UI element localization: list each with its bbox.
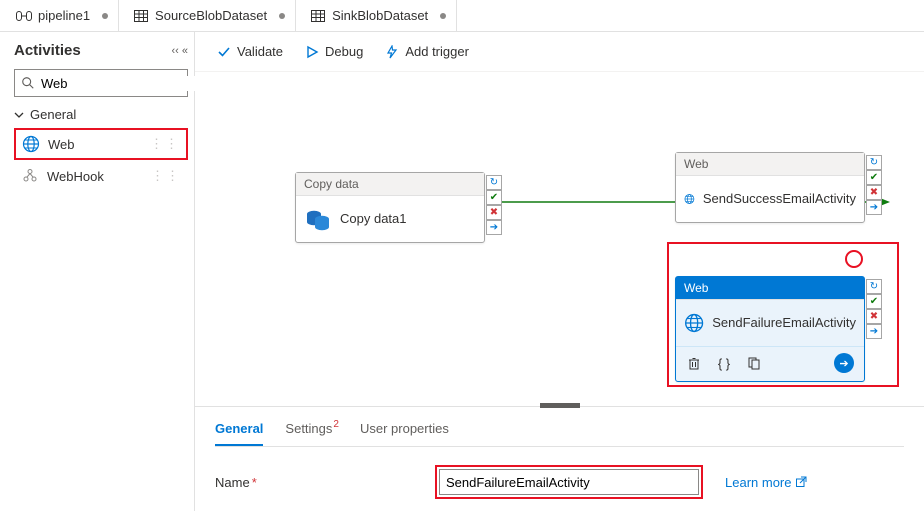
activity-webhook[interactable]: WebHook ⋮⋮ <box>14 160 188 192</box>
search-icon <box>21 76 35 90</box>
grip-icon: ⋮⋮ <box>151 168 181 184</box>
toolbar-label: Add trigger <box>405 44 469 59</box>
dirty-dot-icon <box>279 13 285 19</box>
pipeline-canvas[interactable]: Copy data Copy data1 ↻ ✔ ✖ ➔ Web SendSuc… <box>195 72 924 406</box>
group-general[interactable]: General <box>14 107 188 122</box>
group-label: General <box>30 107 76 122</box>
port-failure[interactable]: ✖ <box>866 309 882 324</box>
port-failure[interactable]: ✖ <box>866 185 882 200</box>
pipeline-icon <box>16 8 32 24</box>
node-send-success-email[interactable]: Web SendSuccessEmailActivity ↻ ✔ ✖ ➔ <box>675 152 865 223</box>
validate-button[interactable]: Validate <box>217 44 283 59</box>
dirty-dot-icon <box>440 13 446 19</box>
activity-label: WebHook <box>47 169 104 184</box>
delete-icon[interactable] <box>686 355 702 371</box>
port-completion[interactable]: ➔ <box>866 200 882 215</box>
node-header: Web <box>676 277 864 300</box>
properties-panel: General Settings2 User properties Name* … <box>195 406 924 511</box>
dirty-dot-icon <box>102 13 108 19</box>
node-title: SendFailureEmailActivity <box>712 315 856 332</box>
web-icon <box>684 310 704 336</box>
toolbar-label: Validate <box>237 44 283 59</box>
toolbar-label: Debug <box>325 44 363 59</box>
node-action-bar: { } ➔ <box>676 346 864 381</box>
webhook-icon <box>21 167 39 185</box>
prop-tab-settings[interactable]: Settings2 <box>285 415 338 446</box>
grip-icon: ⋮⋮ <box>150 136 180 152</box>
collapse-icon[interactable]: ‹‹ « <box>172 45 189 57</box>
node-header: Web <box>676 153 864 176</box>
clone-icon[interactable] <box>746 355 762 371</box>
port-success[interactable]: ✔ <box>486 190 502 205</box>
name-input[interactable] <box>439 469 699 495</box>
run-icon[interactable]: ➔ <box>834 353 854 373</box>
activities-search[interactable] <box>14 69 188 97</box>
tab-sink-dataset[interactable]: SinkBlobDataset <box>300 0 457 32</box>
learn-more-link[interactable]: Learn more <box>725 475 807 490</box>
activity-web[interactable]: Web ⋮⋮ <box>14 128 188 160</box>
tab-label: SinkBlobDataset <box>332 8 428 23</box>
web-icon <box>22 135 40 153</box>
node-copy-data[interactable]: Copy data Copy data1 ↻ ✔ ✖ ➔ <box>295 172 485 243</box>
web-icon <box>684 186 695 212</box>
highlight-circle-icon <box>845 250 863 268</box>
prop-tab-general[interactable]: General <box>215 415 263 446</box>
prop-tab-user-properties[interactable]: User properties <box>360 415 449 446</box>
tab-source-dataset[interactable]: SourceBlobDataset <box>123 0 296 32</box>
port-loop[interactable]: ↻ <box>866 279 882 294</box>
dataset-icon <box>310 8 326 24</box>
node-title: Copy data1 <box>340 211 407 228</box>
chevron-down-icon <box>14 110 24 120</box>
search-input[interactable] <box>35 76 217 91</box>
debug-button[interactable]: Debug <box>305 44 363 59</box>
activities-panel: Activities ‹‹ « General Web ⋮⋮ WebHook ⋮… <box>0 32 195 511</box>
tab-label: SourceBlobDataset <box>155 8 267 23</box>
tab-pipeline1[interactable]: pipeline1 <box>6 0 119 32</box>
activity-label: Web <box>48 137 75 152</box>
name-input-highlight <box>435 465 703 499</box>
node-header: Copy data <box>296 173 484 196</box>
port-completion[interactable]: ➔ <box>866 324 882 339</box>
activities-title: Activities <box>14 42 81 59</box>
port-success[interactable]: ✔ <box>866 294 882 309</box>
add-trigger-button[interactable]: Add trigger <box>385 44 469 59</box>
panel-resize-handle[interactable] <box>540 403 580 408</box>
node-send-failure-email[interactable]: Web SendFailureEmailActivity { } ➔ ↻ ✔ ✖ <box>675 276 865 382</box>
port-loop[interactable]: ↻ <box>866 155 882 170</box>
copy-data-icon <box>304 205 332 233</box>
node-title: SendSuccessEmailActivity <box>703 191 856 208</box>
dataset-icon <box>133 8 149 24</box>
port-loop[interactable]: ↻ <box>486 175 502 190</box>
name-label: Name* <box>215 475 435 490</box>
tab-label: pipeline1 <box>38 8 90 23</box>
pipeline-toolbar: Validate Debug Add trigger <box>195 32 924 72</box>
code-icon[interactable]: { } <box>716 355 732 371</box>
external-link-icon <box>795 476 807 488</box>
editor-tabs: pipeline1 SourceBlobDataset SinkBlobData… <box>0 0 924 32</box>
port-failure[interactable]: ✖ <box>486 205 502 220</box>
settings-badge: 2 <box>333 419 339 430</box>
port-success[interactable]: ✔ <box>866 170 882 185</box>
port-completion[interactable]: ➔ <box>486 220 502 235</box>
